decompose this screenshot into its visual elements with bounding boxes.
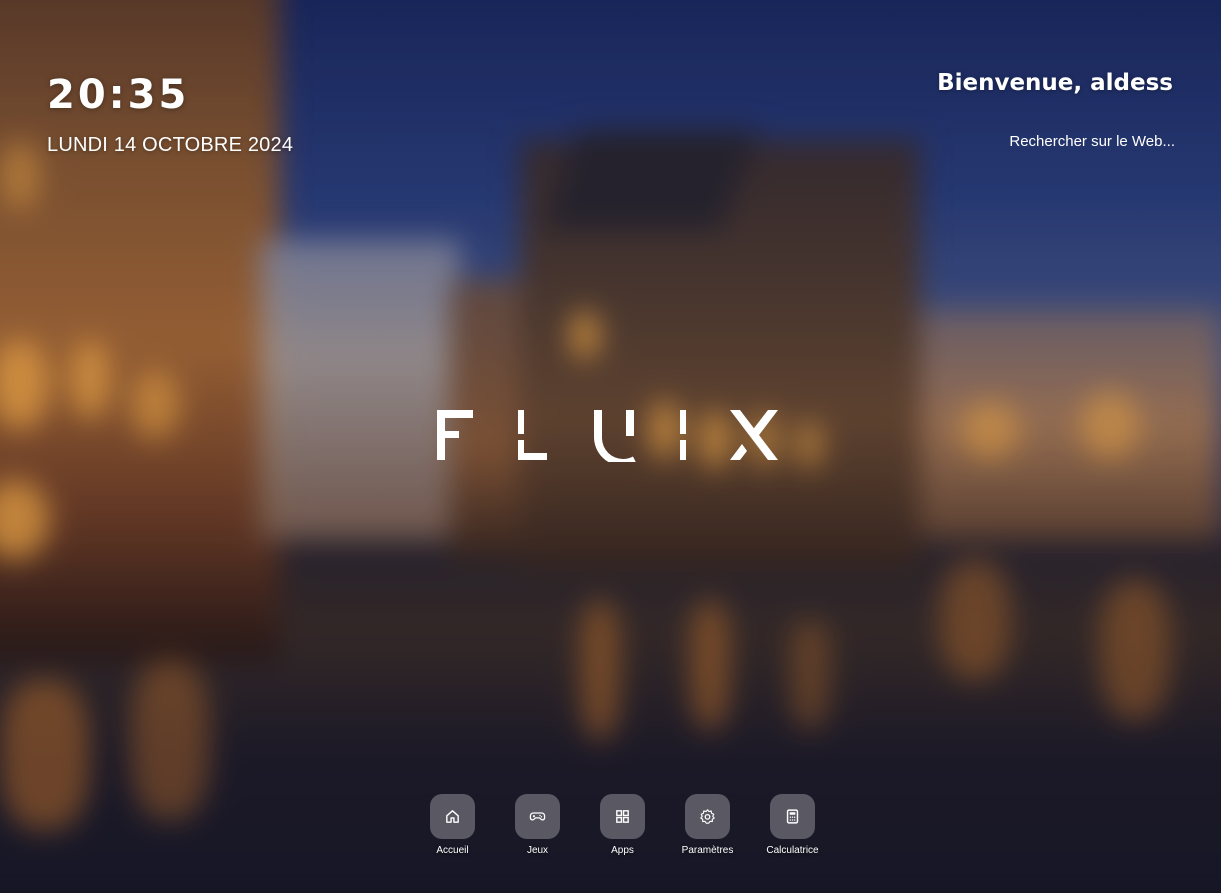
dock-item-parametres[interactable]: Paramètres [665, 794, 750, 856]
dock-label-accueil: Accueil [436, 845, 469, 856]
gamepad-icon [529, 812, 546, 821]
clock-time: 20:35 [47, 72, 190, 118]
dock-label-parametres: Paramètres [681, 845, 734, 856]
gear-icon [700, 809, 715, 824]
calculator-icon [786, 809, 799, 824]
dock-label-jeux: Jeux [526, 845, 549, 856]
dock-label-apps: Apps [611, 845, 634, 856]
dock-item-jeux[interactable]: Jeux [495, 794, 580, 856]
dock-item-apps[interactable]: Apps [580, 794, 665, 856]
dock-button-jeux[interactable] [515, 794, 560, 839]
dock-item-accueil[interactable]: Accueil [410, 794, 495, 856]
dock-button-parametres[interactable] [685, 794, 730, 839]
dock-button-calculatrice[interactable] [770, 794, 815, 839]
welcome-message: Bienvenue, aldess [937, 70, 1173, 96]
apps-grid-icon [616, 810, 629, 823]
fluix-logo [437, 410, 778, 462]
dock-item-calculatrice[interactable]: Calculatrice [750, 794, 835, 856]
dock-button-apps[interactable] [600, 794, 645, 839]
web-search-input[interactable] [935, 129, 1175, 153]
dock-button-accueil[interactable] [430, 794, 475, 839]
clock-date: LUNDI 14 OCTOBRE 2024 [47, 134, 294, 156]
app-dock: Accueil Jeux Apps Paramètres Calculatric… [410, 794, 835, 856]
home-icon [446, 810, 459, 823]
dock-label-calculatrice: Calculatrice [766, 845, 819, 856]
